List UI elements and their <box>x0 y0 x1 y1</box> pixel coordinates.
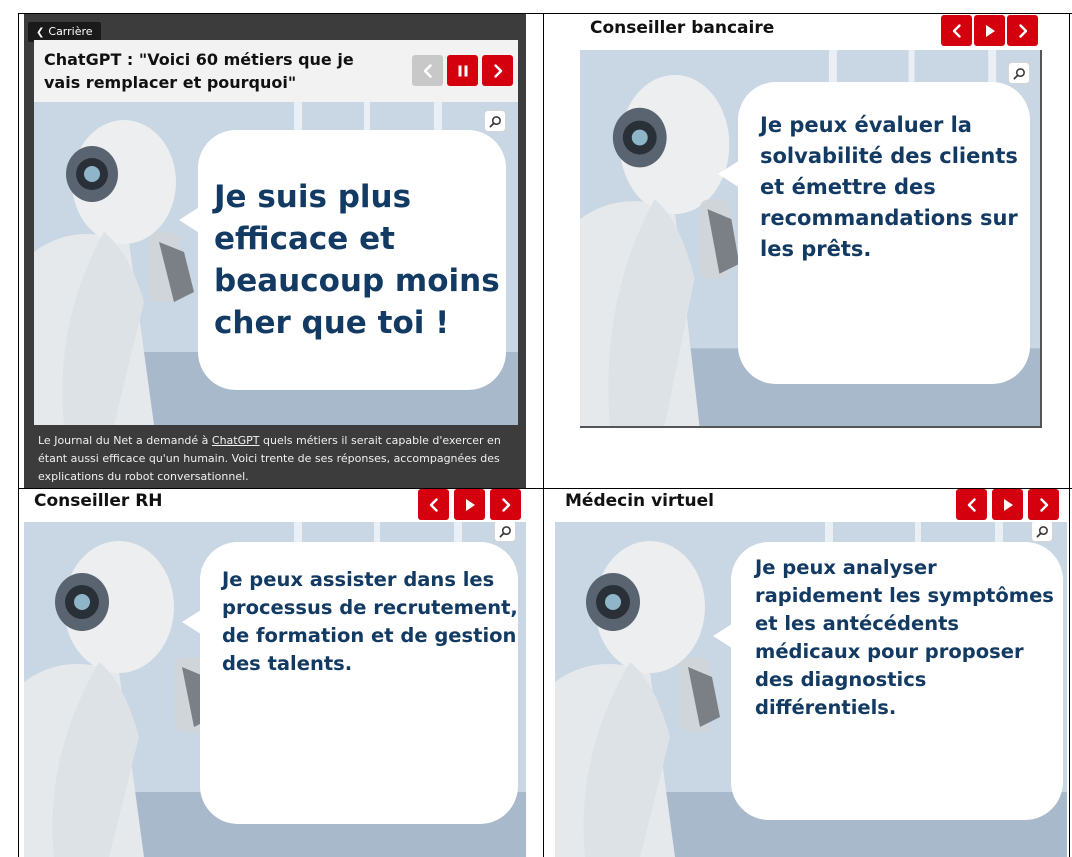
play-slideshow-button[interactable] <box>454 489 485 520</box>
speech-bubble-text: Je peux assister dans les processus de r… <box>222 568 518 675</box>
prev-slide-button[interactable] <box>412 55 443 86</box>
next-slide-button[interactable] <box>482 55 513 86</box>
play-slideshow-button[interactable] <box>992 489 1023 520</box>
chevron-right-icon <box>493 63 502 78</box>
zoom-button[interactable] <box>1031 522 1053 542</box>
slide-image[interactable]: Je suis plus efficace et beaucoup moins … <box>34 102 518 425</box>
slide-card-conseiller-rh: Conseiller RH Je peux assister dans les … <box>24 489 526 857</box>
chevron-left-icon <box>952 23 961 38</box>
chevron-left-icon <box>967 497 976 512</box>
pause-icon <box>458 65 467 76</box>
magnifier-icon <box>499 525 511 537</box>
slideshow-caption: Le Journal du Net a demandé à ChatGPT qu… <box>38 432 518 486</box>
chevron-left-icon <box>429 497 438 512</box>
magnifier-icon <box>1036 525 1048 537</box>
slideshow-title: ChatGPT : "Voici 60 métiers que je vais … <box>44 50 354 92</box>
play-slideshow-button[interactable] <box>974 15 1005 46</box>
slideshow-title-bar: ChatGPT : "Voici 60 métiers que je vais … <box>34 40 518 102</box>
table-border-right <box>1069 13 1070 857</box>
chevron-left-small-icon: ❮ <box>36 27 45 38</box>
pause-slideshow-button[interactable] <box>447 55 478 86</box>
slide-title: Conseiller RH <box>34 491 163 511</box>
slide-title: Conseiller bancaire <box>590 18 775 38</box>
slide-title: Médecin virtuel <box>565 491 714 511</box>
chevron-right-icon <box>1039 497 1048 512</box>
magnifier-icon <box>489 115 501 127</box>
speech-bubble-text: Je peux évaluer la solvabilité des clien… <box>760 113 1018 261</box>
chevron-right-icon <box>501 497 510 512</box>
speech-bubble-text: Je peux analyser rapidement les symptôme… <box>755 556 1054 719</box>
table-border-left <box>18 13 19 857</box>
chatgpt-link[interactable]: ChatGPT <box>212 434 260 447</box>
play-icon <box>985 24 995 37</box>
slide-image[interactable]: Je peux évaluer la solvabilité des clien… <box>580 50 1042 428</box>
next-slide-button[interactable] <box>1007 15 1038 46</box>
prev-slide-button[interactable] <box>941 15 972 46</box>
magnifier-icon <box>1013 67 1025 79</box>
speech-bubble-text: Je suis plus efficace et beaucoup moins … <box>214 179 500 341</box>
next-slide-button[interactable] <box>490 489 521 520</box>
next-slide-button[interactable] <box>1028 489 1059 520</box>
prev-slide-button[interactable] <box>418 489 449 520</box>
speech-bubble-tail <box>718 160 740 188</box>
prev-slide-button[interactable] <box>956 489 987 520</box>
play-icon <box>465 498 475 511</box>
slide-image[interactable]: Je peux analyser rapidement les symptôme… <box>555 522 1067 857</box>
slide-card-conseiller-bancaire: Conseiller bancaire Je peux évaluer la s… <box>580 14 1044 432</box>
caption-text-start: Le Journal du Net a demandé à <box>38 434 212 447</box>
chevron-right-icon <box>1018 23 1027 38</box>
slide-image[interactable]: Je peux assister dans les processus de r… <box>24 522 526 857</box>
slide-card-medecin-virtuel: Médecin virtuel Je peux analyser rapidem… <box>555 489 1067 857</box>
zoom-button[interactable] <box>494 522 516 542</box>
chevron-left-icon <box>423 63 432 78</box>
slideshow-panel-main: ❮ Carrière ChatGPT : "Voici 60 métiers qu… <box>24 14 526 488</box>
table-border-middle <box>543 13 544 857</box>
play-icon <box>1003 498 1013 511</box>
zoom-button[interactable] <box>1008 62 1030 84</box>
zoom-button[interactable] <box>484 110 506 132</box>
back-to-category-button[interactable]: ❮ Carrière <box>28 22 101 42</box>
back-button-label: Carrière <box>48 25 93 38</box>
